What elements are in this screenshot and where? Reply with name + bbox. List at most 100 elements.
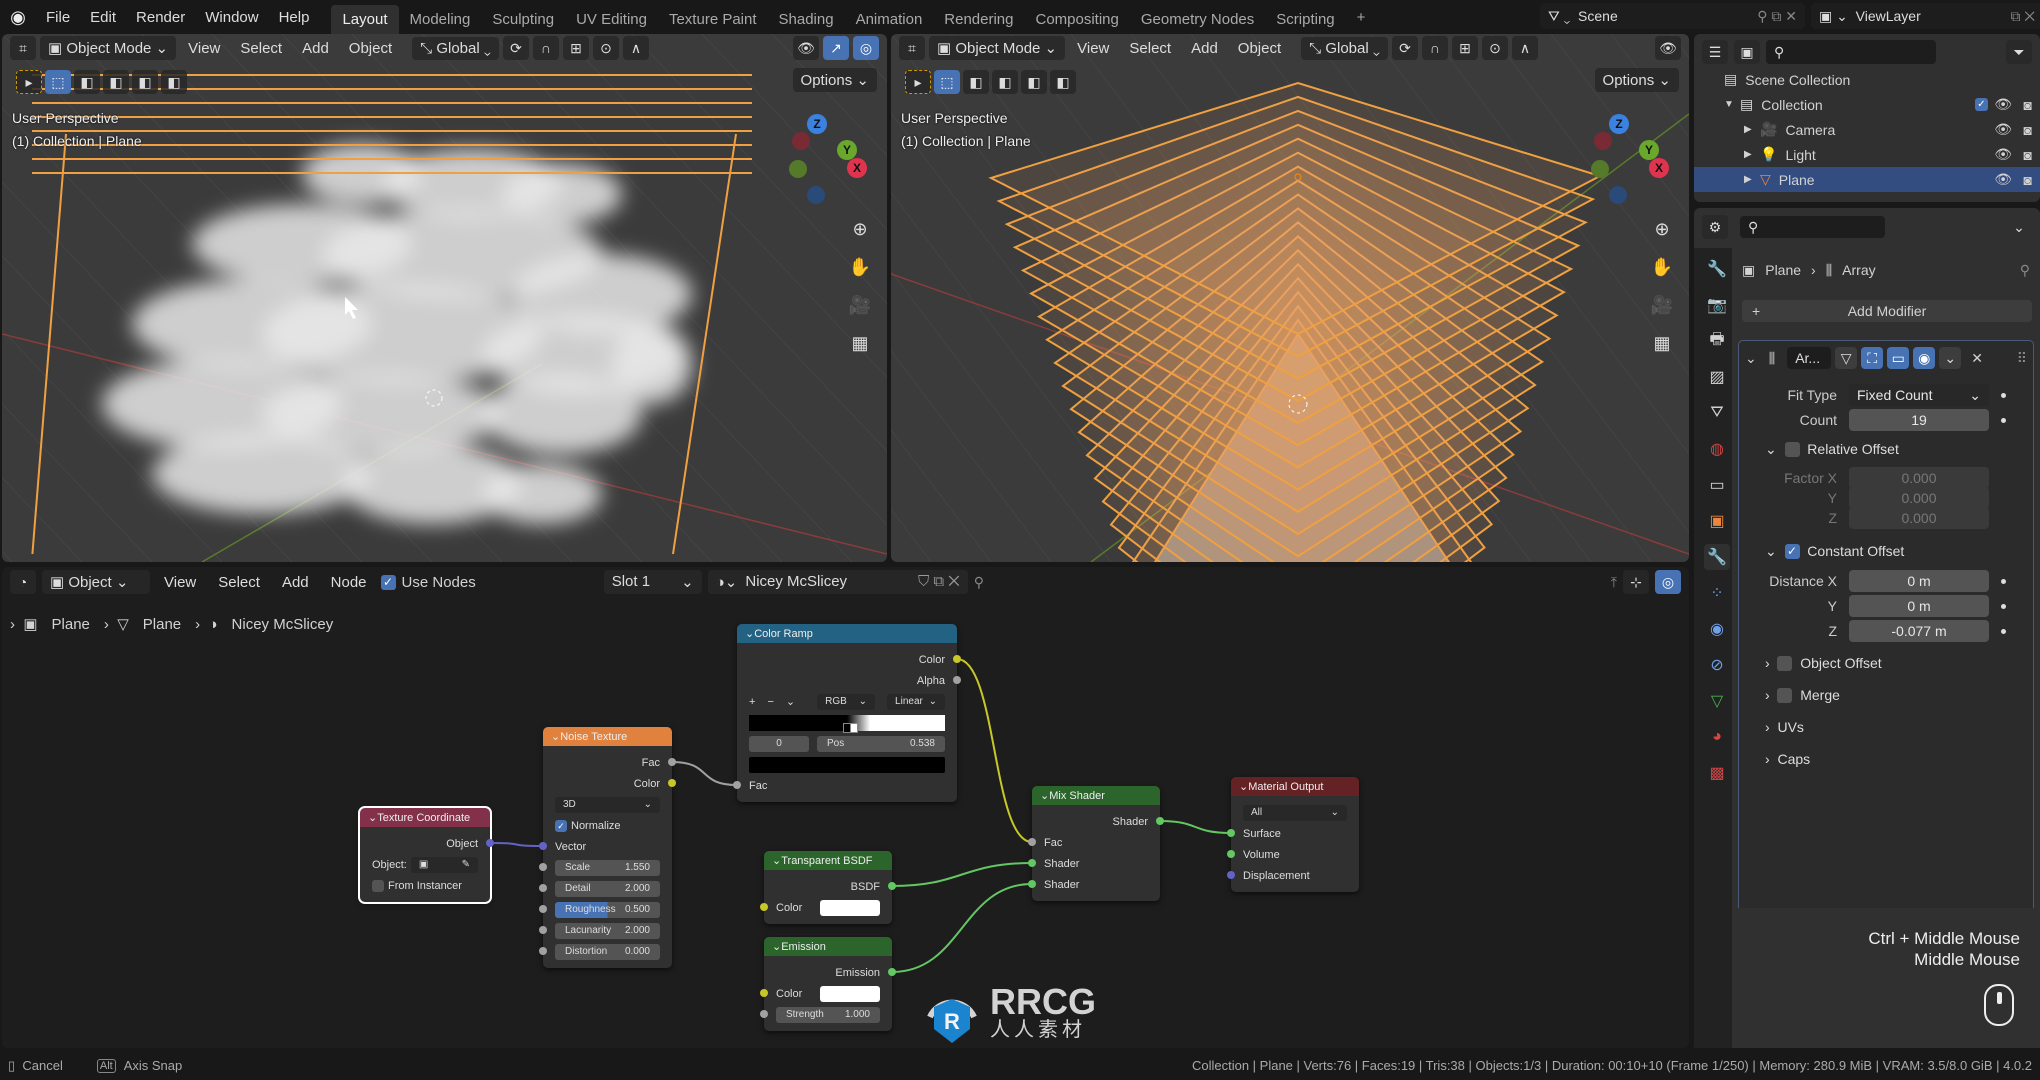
outliner-item-collection[interactable]: ▼ ▤ Collection ✓ 👁 ◙ bbox=[1694, 92, 2040, 117]
view-layer-tab-icon[interactable]: ▨ bbox=[1704, 364, 1730, 390]
input-socket[interactable] bbox=[539, 905, 547, 913]
viewport-toggle-icon[interactable]: ▭ bbox=[1887, 347, 1910, 369]
gizmo-axis-x[interactable]: X bbox=[847, 158, 867, 178]
pin-icon[interactable]: ⚲ ⧉ ✕ bbox=[1757, 8, 1797, 25]
input-socket[interactable] bbox=[539, 863, 547, 871]
active-stop-index[interactable]: 0 bbox=[749, 735, 809, 752]
node-emission[interactable]: ⌄ Emission Emission Color Strength 1.000 bbox=[760, 937, 896, 1031]
duplicate-icon[interactable]: ⧉ ✕ bbox=[2010, 8, 2035, 25]
workspace-tab-animation[interactable]: Animation bbox=[845, 5, 934, 34]
render-camera-icon[interactable]: ◙ bbox=[2024, 147, 2032, 163]
object-tab-icon[interactable]: ▣ bbox=[1704, 508, 1730, 534]
keyframe-dot[interactable] bbox=[2001, 578, 2006, 584]
menu-view[interactable]: View bbox=[1069, 37, 1117, 60]
distance-z-field[interactable]: -0.077 m bbox=[1849, 620, 1989, 642]
render-camera-icon[interactable]: ◙ bbox=[2024, 97, 2032, 113]
collapse-chevron-icon[interactable]: ⌄ bbox=[368, 811, 377, 824]
select-subtract-icon[interactable]: ◧ bbox=[992, 70, 1018, 94]
filter-view-icon[interactable]: ▣ bbox=[1734, 40, 1760, 64]
snap-icon[interactable]: ∩ bbox=[1421, 36, 1448, 60]
node-value-field[interactable]: Roughness 0.500 bbox=[555, 901, 660, 918]
scene-tab-icon[interactable]: ⛛ bbox=[1704, 400, 1730, 426]
drag-handle-icon[interactable]: ⠿ bbox=[2017, 350, 2027, 367]
select-extend-icon[interactable]: ◧ bbox=[963, 70, 989, 94]
node-value-field[interactable]: Scale 1.550 bbox=[555, 859, 660, 876]
disclosure-triangle-icon[interactable]: ▶ bbox=[1744, 174, 1760, 185]
output-socket[interactable] bbox=[668, 779, 676, 787]
render-camera-icon[interactable]: ◙ bbox=[2024, 122, 2032, 138]
transform-orientation-dropdown[interactable]: ⤡ Global ⌄ bbox=[412, 36, 499, 60]
pivot-point-icon[interactable]: ⟳ bbox=[502, 36, 529, 60]
gizmo-negative-axis[interactable] bbox=[1591, 160, 1609, 178]
input-socket[interactable] bbox=[539, 947, 547, 955]
constraints-tab-icon[interactable]: ⊘ bbox=[1704, 652, 1730, 678]
distance-x-field[interactable]: 0 m bbox=[1849, 570, 1989, 592]
data-tab-icon[interactable]: ▽ bbox=[1704, 688, 1730, 714]
node-header[interactable]: ⌄ Material Output bbox=[1231, 777, 1359, 796]
properties-search-input[interactable]: ⚲ bbox=[1740, 216, 1885, 238]
camera-view-icon[interactable]: 🎥 bbox=[845, 290, 875, 320]
workspace-tab-modeling[interactable]: Modeling bbox=[399, 5, 482, 34]
object-picker-field[interactable]: ▣ ✎ bbox=[410, 856, 478, 873]
output-socket[interactable] bbox=[888, 882, 896, 890]
texture-tab-icon[interactable]: ▩ bbox=[1704, 760, 1730, 786]
node-header[interactable]: ⌄ Transparent BSDF bbox=[764, 851, 892, 870]
snap-target-icon[interactable]: ⊞ bbox=[562, 36, 589, 60]
workspace-tab-scripting[interactable]: Scripting bbox=[1265, 5, 1345, 34]
factor-z-field[interactable]: 0.000 bbox=[1849, 507, 1989, 529]
disclosure-triangle-icon[interactable]: ▶ bbox=[1744, 124, 1760, 135]
color-mode-dropdown[interactable]: RGB ⌄ bbox=[817, 693, 876, 710]
node-noise[interactable]: ⌄ Noise Texture Fac Color 3D ⌄ ✓ Normalize Vect… bbox=[539, 727, 676, 968]
workspace-tab-compositing[interactable]: Compositing bbox=[1025, 5, 1130, 34]
menu-object[interactable]: Object bbox=[341, 37, 400, 60]
visibility-eye-icon[interactable]: 👁 bbox=[1994, 96, 2012, 113]
grid-ortho-icon[interactable]: ▦ bbox=[1647, 328, 1677, 358]
select-invert-icon[interactable]: ◧ bbox=[1021, 70, 1047, 94]
camera-view-icon[interactable]: 🎥 bbox=[1647, 290, 1677, 320]
tool-tab-icon[interactable]: 🔧 bbox=[1704, 256, 1730, 282]
gizmo-axis-y[interactable]: Y bbox=[837, 140, 857, 160]
outliner-scene-collection[interactable]: ▤ Scene Collection bbox=[1694, 67, 2040, 92]
node-header[interactable]: ⌄ Texture Coordinate bbox=[360, 808, 490, 827]
workspace-tab-uv-editing[interactable]: UV Editing bbox=[565, 5, 658, 34]
object-offset-subpanel[interactable]: › Object Offset bbox=[1739, 651, 2033, 675]
add-modifier-button[interactable]: + Add Modifier bbox=[1742, 300, 2032, 322]
physics-tab-icon[interactable]: ◉ bbox=[1704, 616, 1730, 642]
editor-type-icon[interactable]: ⌗ bbox=[899, 36, 925, 60]
collapse-chevron-icon[interactable]: ⌄ bbox=[1040, 789, 1049, 802]
input-socket[interactable] bbox=[760, 1010, 768, 1018]
gizmo-negative-axis[interactable] bbox=[789, 160, 807, 178]
node-checkbox[interactable] bbox=[372, 879, 384, 892]
falloff-icon[interactable]: ∧ bbox=[1511, 36, 1538, 60]
input-socket[interactable] bbox=[1028, 880, 1036, 888]
menu-add[interactable]: Add bbox=[1183, 37, 1226, 60]
modifier-tab-icon[interactable]: 🔧 bbox=[1704, 544, 1730, 570]
transform-orientation-dropdown[interactable]: ⤡ Global ⌄ bbox=[1301, 36, 1388, 60]
pin-icon[interactable]: ⚲ bbox=[2020, 262, 2030, 279]
select-extend-icon[interactable]: ◧ bbox=[74, 70, 100, 94]
object-mode-dropdown[interactable]: ▣ Object Mode ⌄ bbox=[40, 36, 177, 60]
render-tab-icon[interactable]: 📷 bbox=[1704, 292, 1730, 318]
workspace-tab-texture-paint[interactable]: Texture Paint bbox=[658, 5, 768, 34]
gizmo-negative-axis[interactable] bbox=[1594, 132, 1612, 150]
color-ramp-gradient[interactable] bbox=[749, 714, 945, 733]
gizmo-negative-axis[interactable] bbox=[807, 186, 825, 204]
collapse-chevron-icon[interactable]: ⌄ bbox=[772, 854, 781, 867]
snap-target-icon[interactable]: ⊞ bbox=[1451, 36, 1478, 60]
modifier-menu-icon[interactable]: ⌄ bbox=[1939, 347, 1962, 369]
input-socket[interactable] bbox=[1028, 859, 1036, 867]
filter-icon[interactable]: ⏷ bbox=[2006, 40, 2032, 64]
keyframe-dot[interactable] bbox=[2001, 603, 2006, 609]
node-dropdown[interactable]: 3D ⌄ bbox=[555, 796, 660, 813]
input-socket[interactable] bbox=[1227, 829, 1235, 837]
input-socket[interactable] bbox=[539, 884, 547, 892]
visibility-icon[interactable]: 👁 bbox=[793, 36, 819, 60]
node-value-field[interactable]: Detail 2.000 bbox=[555, 880, 660, 897]
node-link[interactable] bbox=[1159, 820, 1232, 834]
collapse-chevron-icon[interactable]: ⌄ bbox=[745, 627, 754, 640]
fit-type-dropdown[interactable]: Fixed Count ⌄ bbox=[1849, 384, 1989, 406]
gizmo-axis-z[interactable]: Z bbox=[1609, 114, 1629, 134]
workspace-tab-sculpting[interactable]: Sculpting bbox=[481, 5, 565, 34]
node-header[interactable]: ⌄ Color Ramp bbox=[737, 624, 957, 643]
collapse-chevron-icon[interactable]: ⌄ bbox=[772, 940, 781, 953]
